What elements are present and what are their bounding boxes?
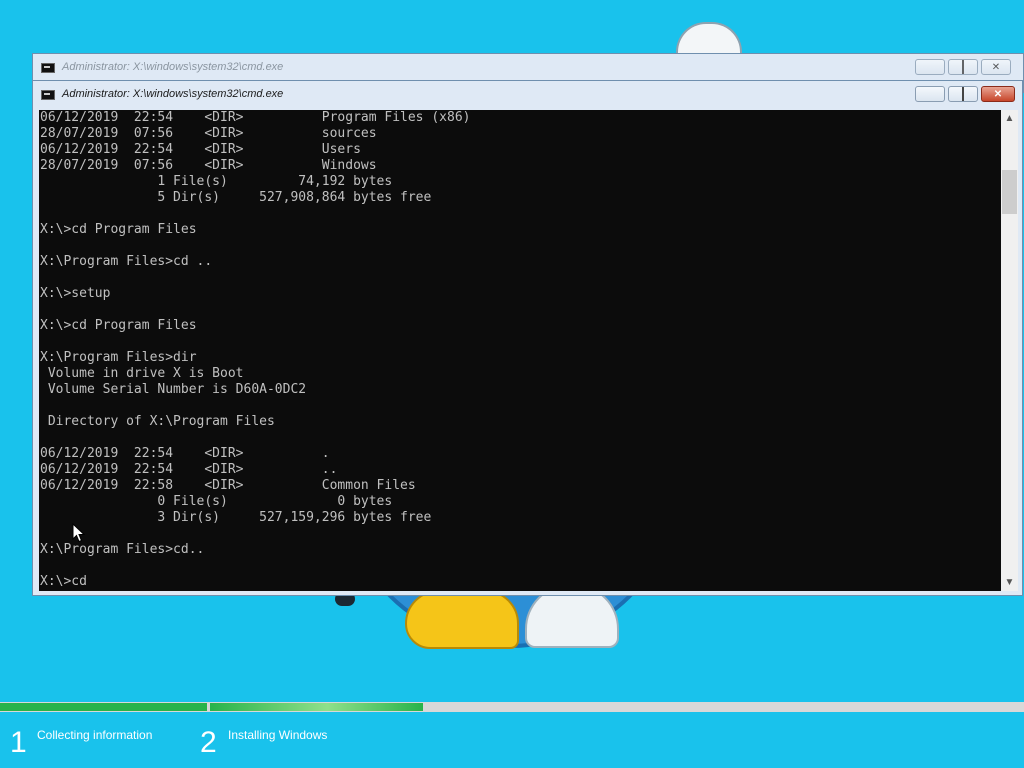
minimize-button[interactable] xyxy=(915,86,945,102)
scroll-up-icon[interactable]: ▲ xyxy=(1001,110,1018,127)
maximize-button[interactable] xyxy=(948,59,978,75)
close-button[interactable]: ✕ xyxy=(981,86,1015,102)
title-bar[interactable]: Administrator: X:\windows\system32\cmd.e… xyxy=(33,54,1023,82)
close-button[interactable]: ✕ xyxy=(981,59,1011,75)
background-figure xyxy=(405,590,519,649)
maximize-icon xyxy=(962,62,964,73)
cmd-icon xyxy=(41,90,55,100)
close-icon: ✕ xyxy=(993,88,1003,100)
scrollbar-thumb[interactable] xyxy=(1002,170,1017,214)
console-output[interactable]: 06/12/2019 22:54 <DIR> Program Files (x8… xyxy=(39,110,1001,591)
window-title: Administrator: X:\windows\system32\cmd.e… xyxy=(62,88,284,100)
console-text: 06/12/2019 22:54 <DIR> Program Files (x8… xyxy=(40,110,471,589)
setup-progress-bar xyxy=(0,702,1024,712)
cmd-window[interactable]: Administrator: X:\windows\system32\cmd.e… xyxy=(32,80,1023,596)
mouse-cursor-icon xyxy=(72,523,86,543)
maximize-icon xyxy=(962,89,964,100)
progress-segment-collecting xyxy=(0,703,207,711)
step-number: 1 xyxy=(10,726,27,759)
cmd-icon xyxy=(41,63,55,73)
step-label: Collecting information xyxy=(37,728,153,742)
step-label: Installing Windows xyxy=(228,728,328,742)
scroll-down-icon[interactable]: ▼ xyxy=(1001,574,1018,591)
vertical-scrollbar[interactable]: ▲ ▼ xyxy=(1001,110,1018,591)
maximize-button[interactable] xyxy=(948,86,978,102)
step-number: 2 xyxy=(200,726,217,759)
close-icon: ✕ xyxy=(991,61,1001,73)
title-bar[interactable]: Administrator: X:\windows\system32\cmd.e… xyxy=(33,81,1022,109)
progress-segment-installing xyxy=(210,703,423,711)
window-title: Administrator: X:\windows\system32\cmd.e… xyxy=(62,61,284,73)
minimize-button[interactable] xyxy=(915,59,945,75)
